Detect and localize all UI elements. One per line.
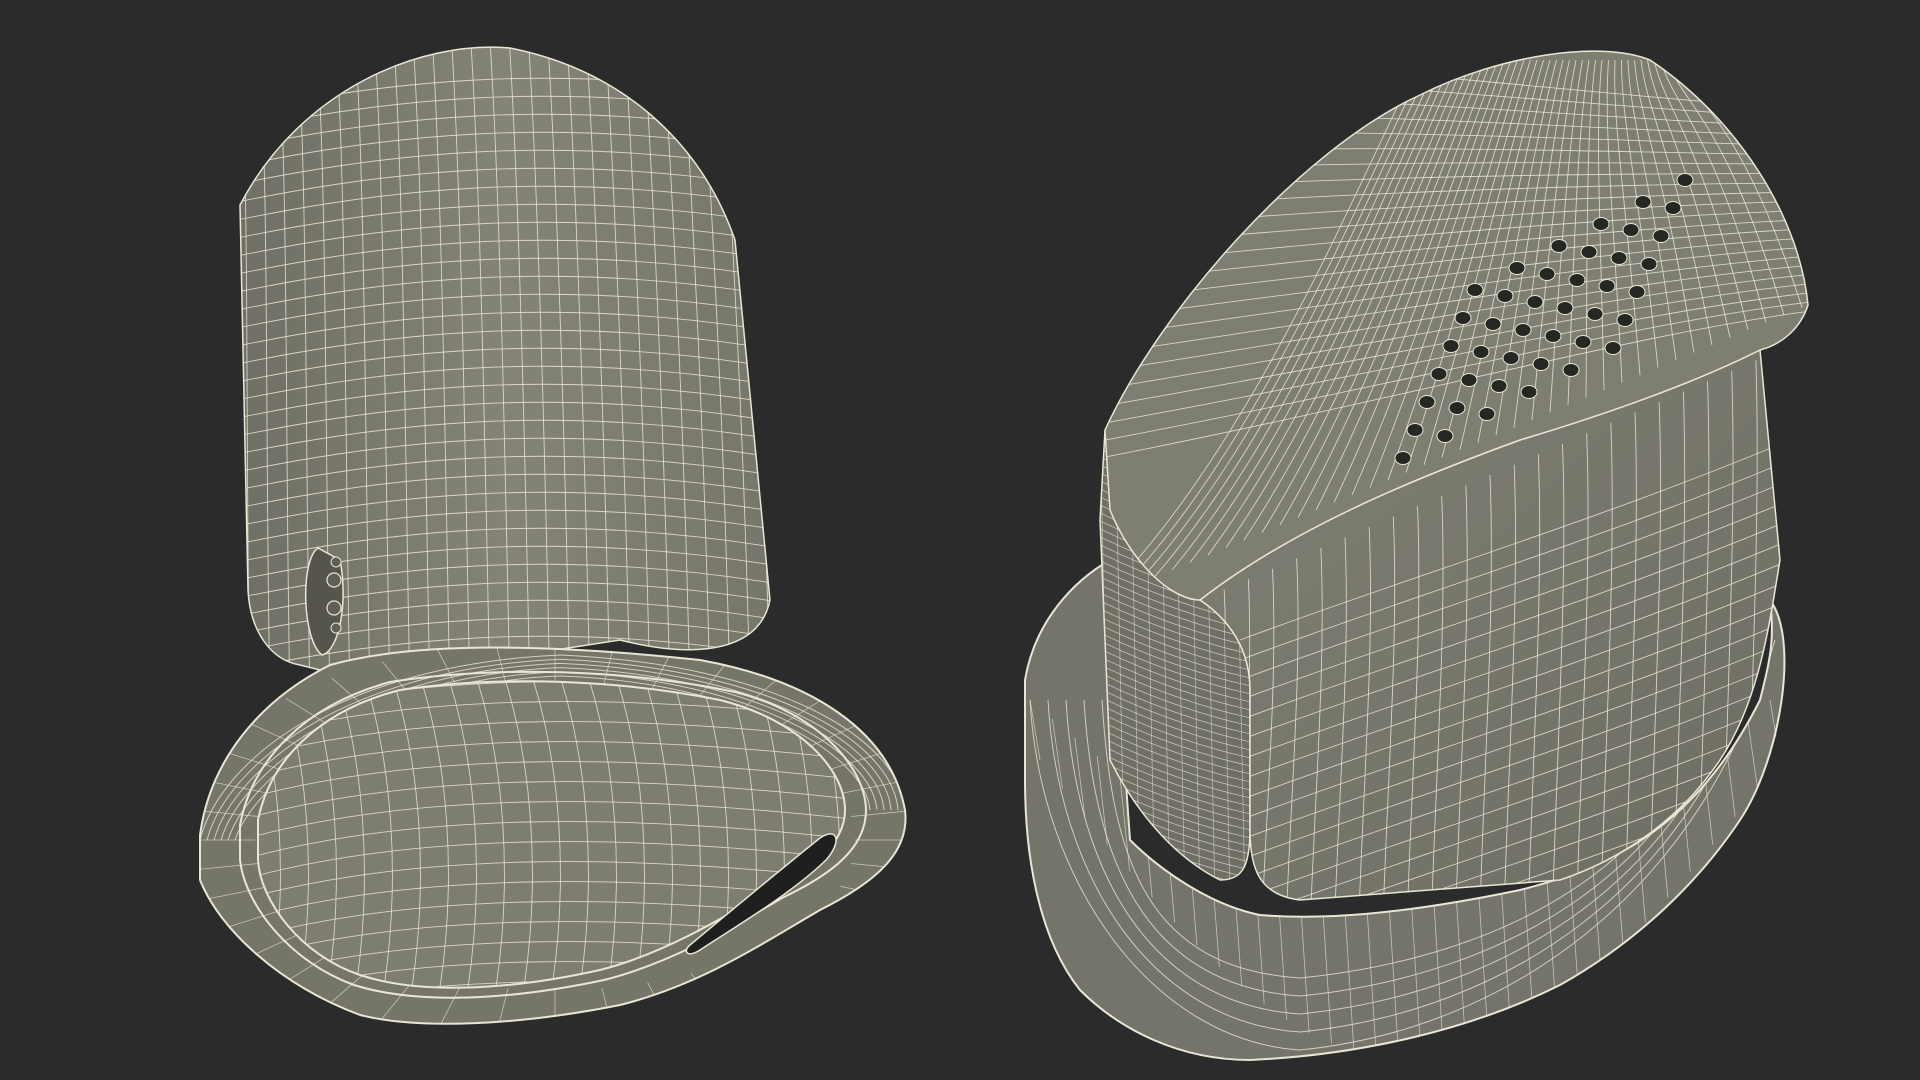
speaker-hole [1562, 363, 1580, 377]
speaker-hole [1550, 239, 1568, 253]
speaker-hole [1610, 251, 1628, 265]
speaker-hole [1556, 301, 1574, 315]
speaker-hole [1520, 385, 1538, 399]
speaker-hole [1472, 345, 1490, 359]
speaker-hole [1502, 351, 1520, 365]
speaker-hole [1532, 357, 1550, 371]
speaker-hole [1640, 257, 1658, 271]
speaker-hole [1634, 195, 1652, 209]
speaker-hole [1394, 451, 1412, 465]
speaker-hole [1466, 283, 1484, 297]
wire-line [822, 907, 894, 932]
speaker-hole [1604, 341, 1622, 355]
speaker-hole [1430, 367, 1448, 381]
speaker-hole [1460, 373, 1478, 387]
speaker-hole [1448, 401, 1466, 415]
speaker-hole [1616, 313, 1634, 327]
wireframe-scene [199, 46, 1809, 1062]
speaker-hole [1538, 267, 1556, 281]
speaker-hole [1418, 395, 1436, 409]
device-view-bottom [199, 46, 907, 1025]
speaker-hole [1490, 379, 1508, 393]
speaker-hole [1568, 273, 1586, 287]
device-view-top [1024, 50, 1809, 1062]
speaker-hole [1484, 317, 1502, 331]
speaker-hole [1496, 289, 1514, 303]
wire-line [840, 885, 906, 903]
speaker-hole [1574, 335, 1592, 349]
speaker-hole [1508, 261, 1526, 275]
speaker-hole [1580, 245, 1598, 259]
wire-line [690, 973, 728, 1019]
wire-line [797, 927, 863, 958]
speaker-hole [1676, 173, 1694, 187]
speaker-hole [1442, 339, 1460, 353]
render-viewport [0, 0, 1920, 1080]
speaker-hole [1514, 323, 1532, 337]
speaker-hole [1592, 217, 1610, 231]
wire-line [766, 945, 824, 982]
speaker-hole [1436, 429, 1454, 443]
speaker-hole [1652, 229, 1670, 243]
speaker-hole [1664, 201, 1682, 215]
speaker-hole [1628, 285, 1646, 299]
speaker-hole [1586, 307, 1604, 321]
speaker-hole [1454, 311, 1472, 325]
speaker-hole [1622, 223, 1640, 237]
speaker-hole [1526, 295, 1544, 309]
speaker-hole [1478, 407, 1496, 421]
speaker-hole [1406, 423, 1424, 437]
speaker-hole [1598, 279, 1616, 293]
speaker-hole [1544, 329, 1562, 343]
wire-line [731, 961, 779, 1003]
